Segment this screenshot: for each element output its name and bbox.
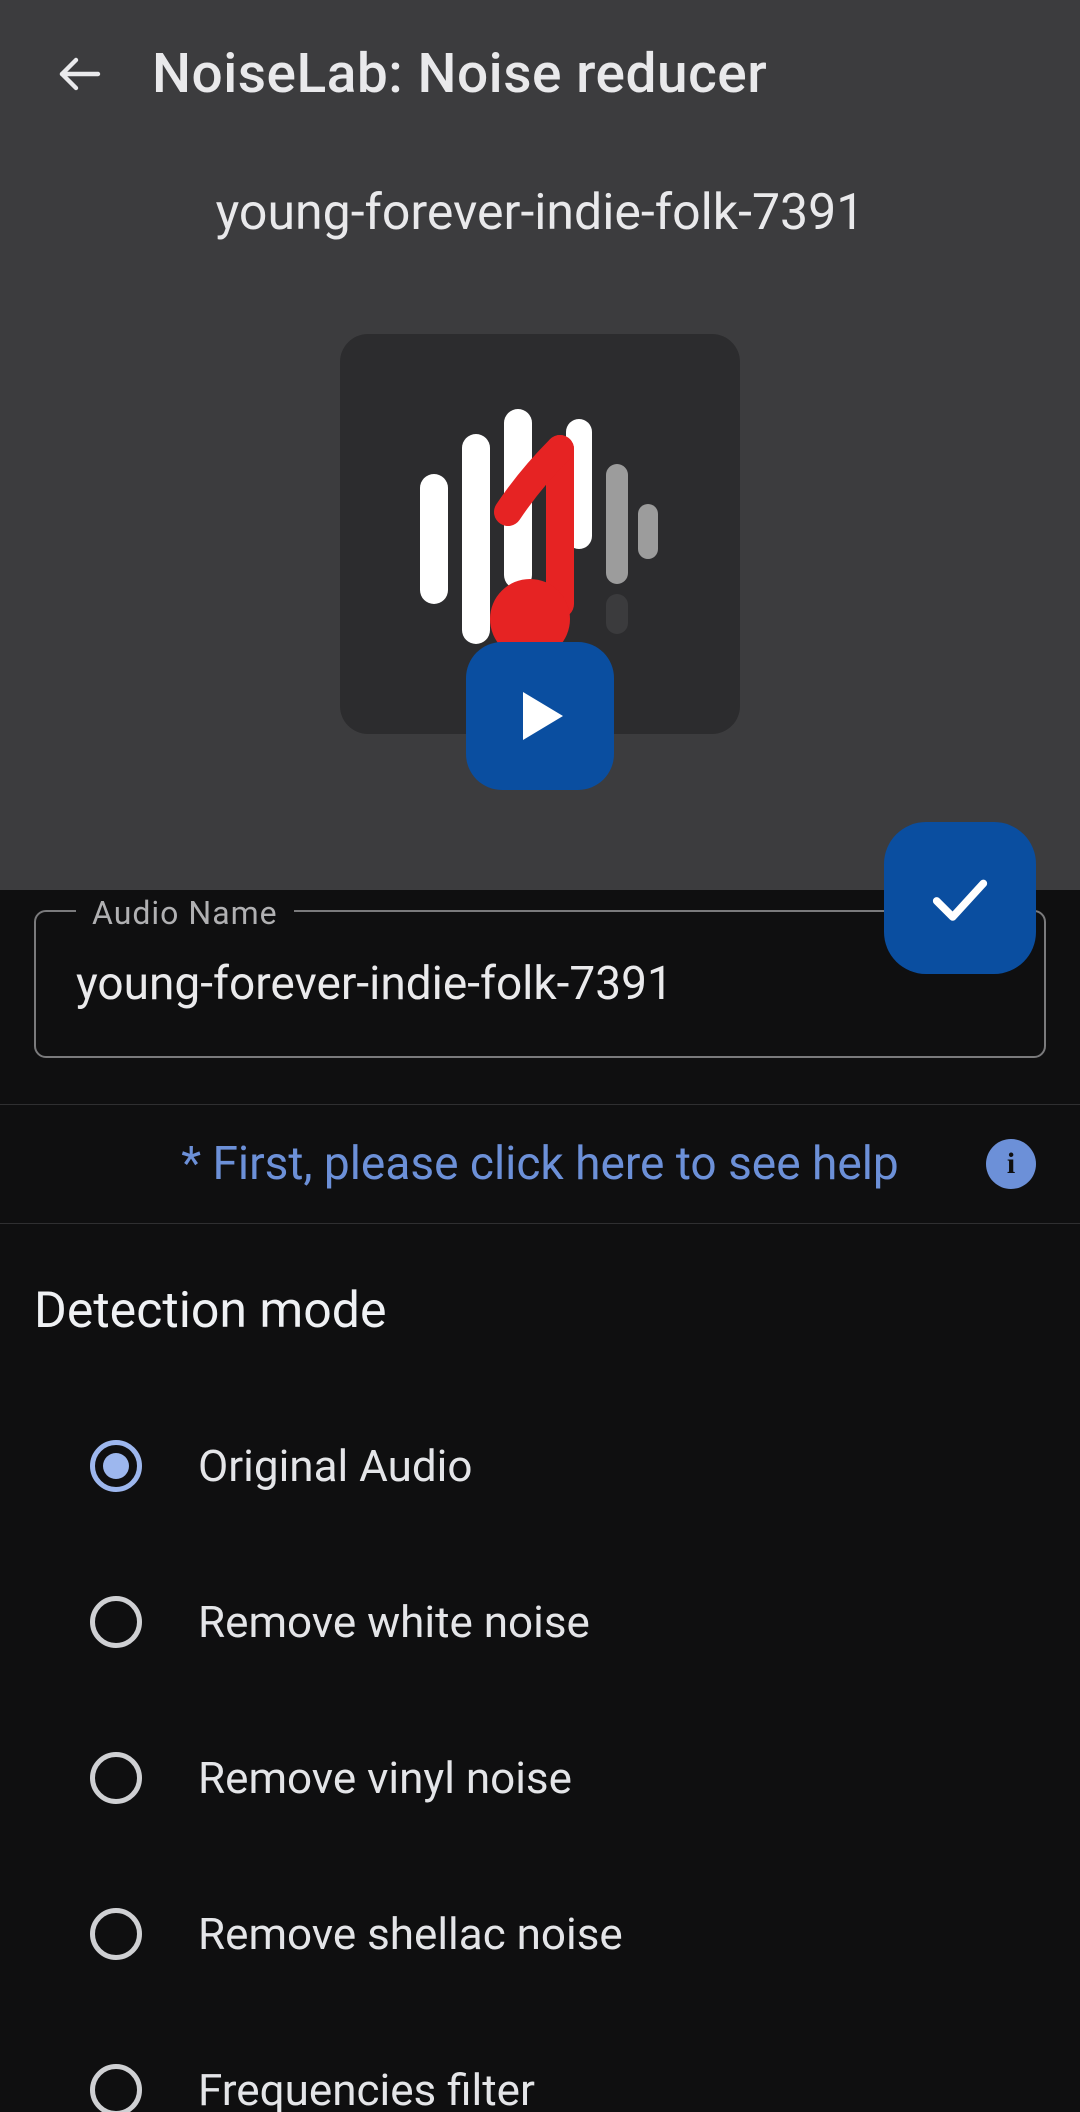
audio-name-input[interactable]	[76, 957, 1004, 1011]
radio-indicator	[90, 1596, 142, 1648]
confirm-button[interactable]	[884, 822, 1036, 974]
play-icon	[521, 690, 565, 742]
radio-option-remove-shellac-noise[interactable]: Remove shellac noise	[34, 1856, 1046, 2012]
radio-option-original-audio[interactable]: Original Audio	[34, 1388, 1046, 1544]
detection-title: Detection mode	[34, 1282, 1046, 1340]
radio-label: Remove shellac noise	[198, 1908, 623, 1960]
help-link-row[interactable]: * First, please click here to see help i	[0, 1104, 1080, 1224]
radio-label: Frequencies filter	[198, 2064, 535, 2112]
detection-section: Detection mode Original Audio Remove whi…	[0, 1282, 1080, 2112]
radio-option-remove-white-noise[interactable]: Remove white noise	[34, 1544, 1046, 1700]
back-button[interactable]	[48, 42, 112, 106]
radio-option-frequencies-filter[interactable]: Frequencies filter	[34, 2012, 1046, 2112]
app-title: NoiseLab: Noise reducer	[152, 42, 767, 106]
radio-label: Remove vinyl noise	[198, 1752, 572, 1804]
radio-label: Remove white noise	[198, 1596, 590, 1648]
radio-label: Original Audio	[198, 1440, 472, 1492]
app-bar: NoiseLab: Noise reducer	[0, 0, 1080, 106]
album-art	[340, 334, 740, 734]
detection-options: Original Audio Remove white noise Remove…	[34, 1388, 1046, 2112]
audio-name-label: Audio Name	[76, 894, 294, 932]
current-filename: young-forever-indie-folk-7391	[0, 184, 1080, 242]
help-link-text: * First, please click here to see help	[181, 1137, 899, 1191]
play-button[interactable]	[466, 642, 614, 790]
radio-indicator	[90, 1908, 142, 1960]
info-icon: i	[986, 1139, 1036, 1189]
check-icon	[925, 863, 995, 933]
radio-indicator	[90, 2064, 142, 2112]
radio-indicator	[90, 1752, 142, 1804]
arrow-left-icon	[56, 50, 104, 98]
radio-option-remove-vinyl-noise[interactable]: Remove vinyl noise	[34, 1700, 1046, 1856]
hero-area: NoiseLab: Noise reducer young-forever-in…	[0, 0, 1080, 890]
music-waveform-icon	[390, 394, 690, 674]
radio-indicator	[90, 1440, 142, 1492]
